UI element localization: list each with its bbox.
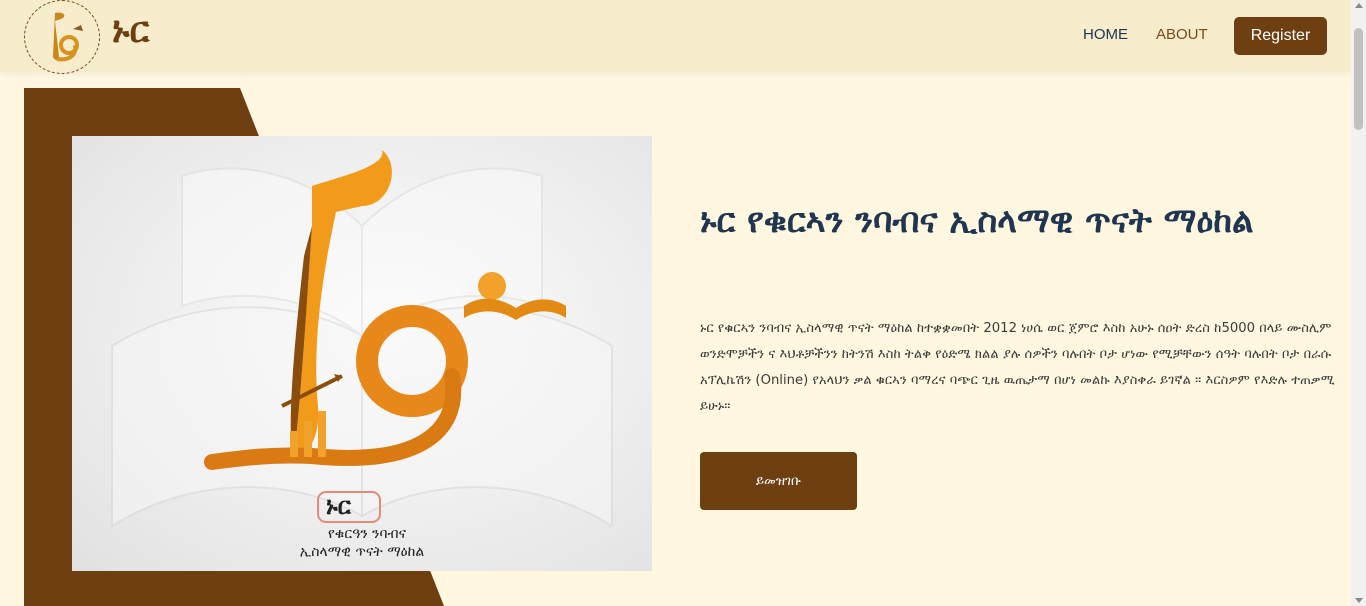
scroll-thumb[interactable] bbox=[1354, 28, 1363, 130]
hero-title: ኑር የቁርኣን ንባብና ኢስላማዊ ጥናት ማዕከል bbox=[700, 201, 1254, 241]
nav-about-link[interactable]: ABOUT bbox=[1156, 26, 1208, 43]
logo[interactable] bbox=[24, 0, 100, 74]
logo-mark-icon bbox=[53, 12, 83, 62]
site-header: ኑር HOME ABOUT Register bbox=[0, 0, 1351, 74]
page-scrollbar[interactable] bbox=[1351, 0, 1366, 606]
nav-home-link[interactable]: HOME bbox=[1083, 26, 1128, 43]
hero-image-subtitle-2: ኢስላማዊ ጥናት ማዕከል bbox=[299, 544, 425, 560]
enroll-button[interactable]: ይመዝገቡ bbox=[700, 452, 857, 510]
register-button[interactable]: Register bbox=[1234, 17, 1327, 55]
hero-image-subtitle-1: የቁርዓን ንባብና bbox=[327, 526, 407, 542]
hero-image: ኑር የቁርዓን ንባብና ኢስላማዊ ጥናት ማዕከል bbox=[72, 136, 652, 571]
hero-logo-illustration bbox=[111, 150, 613, 528]
hero-description: ኑር የቁርኣን ንባብና ኢስላማዊ ጥናት ማዕከል ከተቋቋመበት 201… bbox=[700, 321, 1335, 414]
hero-image-brand: ኑር bbox=[326, 492, 351, 520]
scroll-up-icon[interactable] bbox=[1355, 3, 1363, 8]
logo-text[interactable]: ኑር bbox=[112, 10, 149, 52]
scroll-down-icon[interactable] bbox=[1355, 598, 1363, 603]
